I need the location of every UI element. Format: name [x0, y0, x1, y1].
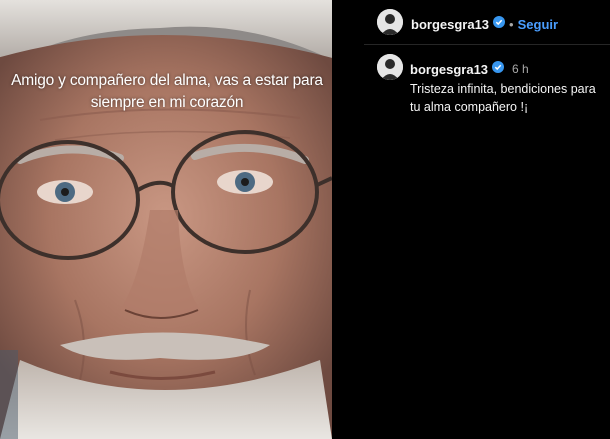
comment-username[interactable]: borgesgra13	[410, 62, 488, 77]
comment-text: Tristeza infinita, bendiciones para tu a…	[410, 82, 596, 114]
separator-dot: •	[509, 16, 514, 32]
comment-time[interactable]: 6 h	[512, 62, 529, 76]
author-avatar[interactable]	[377, 9, 403, 35]
portrait-photo	[0, 0, 332, 439]
follow-button[interactable]: Seguir	[518, 17, 558, 32]
comment-avatar[interactable]	[377, 54, 403, 80]
media-panel-gap	[332, 0, 364, 439]
post-image[interactable]: Amigo y compañero del alma, vas a estar …	[0, 0, 332, 439]
verified-badge-icon	[492, 60, 505, 78]
comments-panel: borgesgra13 • Seguir borgesgra13 6 h Tri…	[364, 0, 610, 439]
header-user-row: borgesgra13 • Seguir	[411, 15, 558, 33]
post-header: borgesgra13 • Seguir	[364, 0, 610, 45]
post-caption: Amigo y compañero del alma, vas a estar …	[11, 72, 323, 111]
comment-user-row: borgesgra13 6 h	[410, 60, 529, 78]
header-username[interactable]: borgesgra13	[411, 17, 489, 32]
verified-badge-icon	[493, 15, 506, 33]
